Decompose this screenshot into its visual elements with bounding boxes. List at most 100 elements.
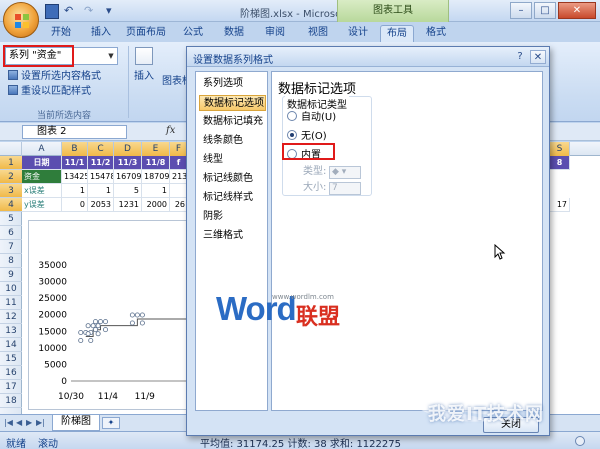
tab-layout[interactable]: 布局 (380, 25, 414, 42)
select-all-corner[interactable] (0, 142, 22, 156)
series-point-handle[interactable] (134, 312, 140, 318)
row-header-2[interactable]: 2 (0, 170, 22, 184)
tab-home[interactable]: 开始 (45, 25, 77, 42)
insert-sheet-icon[interactable]: ✦ (102, 417, 120, 429)
series-point-handle[interactable] (129, 320, 135, 326)
cell-row1-1[interactable]: 11/1 (62, 156, 88, 170)
undo-icon[interactable]: ↶ (64, 4, 80, 19)
cell-row3-3[interactable]: 5 (114, 184, 142, 198)
series-point-handle[interactable] (85, 323, 91, 329)
cell-row1-3[interactable]: 11/3 (114, 156, 142, 170)
series-point-handle[interactable] (139, 320, 145, 326)
row-header-18[interactable]: 18 (0, 394, 22, 408)
cell-row4-right[interactable]: 17 (550, 198, 570, 212)
cell-row2-4[interactable]: 18709 (142, 170, 170, 184)
column-header-b[interactable]: B (62, 142, 88, 156)
series-point-handle[interactable] (95, 331, 101, 337)
close-icon[interactable]: ✕ (558, 2, 596, 19)
radio-auto[interactable]: 自动(U) (287, 111, 336, 125)
tab-design[interactable]: 设计 (342, 25, 374, 42)
row-header-1[interactable]: 1 (0, 156, 22, 170)
cell-row4-1[interactable]: 0 (62, 198, 88, 212)
name-box[interactable]: 图表 2 (22, 125, 127, 139)
save-icon[interactable] (45, 4, 59, 19)
cell-row4-3[interactable]: 1231 (114, 198, 142, 212)
help-icon[interactable]: ? (513, 50, 527, 64)
column-header-s[interactable]: S (550, 142, 570, 156)
cell-row4-2[interactable]: 2053 (88, 198, 114, 212)
row-header-10[interactable]: 10 (0, 282, 22, 296)
row-header-4[interactable]: 4 (0, 198, 22, 212)
tab-view[interactable]: 视图 (302, 25, 334, 42)
sheet-tab-active[interactable]: 阶梯图 (52, 415, 100, 431)
customize-qat-icon[interactable]: ▾ (106, 4, 116, 19)
cell-row1-2[interactable]: 11/2 (88, 156, 114, 170)
series-point-handle[interactable] (103, 327, 109, 333)
row-header-16[interactable]: 16 (0, 366, 22, 380)
cell-row4-4[interactable]: 2000 (142, 198, 170, 212)
tab-insert[interactable]: 插入 (86, 25, 116, 42)
prev-sheet-icon[interactable]: ◀ (16, 418, 22, 427)
series-point-handle[interactable] (88, 338, 94, 344)
series-point-handle[interactable] (90, 323, 96, 329)
column-header-e[interactable]: E (142, 142, 170, 156)
tab-page-layout[interactable]: 页面布局 (123, 25, 169, 42)
column-header-a[interactable]: A (22, 142, 62, 156)
dialog-nav-item-0[interactable]: 系列选项 (199, 76, 266, 92)
row-header-14[interactable]: 14 (0, 338, 22, 352)
format-selection-button[interactable]: 设置所选内容格式 (8, 70, 101, 83)
marker-type-select[interactable]: ◆ ▾ (329, 166, 361, 179)
cell-row3-2[interactable]: 1 (88, 184, 114, 198)
tab-formulas[interactable]: 公式 (177, 25, 209, 42)
cell-row1-4[interactable]: 11/8 (142, 156, 170, 170)
tab-format[interactable]: 格式 (420, 25, 452, 42)
column-header-d[interactable]: D (114, 142, 142, 156)
series-point-handle[interactable] (103, 319, 109, 325)
series-point-handle[interactable] (78, 330, 84, 336)
row-header-7[interactable]: 7 (0, 240, 22, 254)
minimize-icon[interactable]: – (510, 2, 532, 19)
cell-row1-0[interactable]: 日期 (22, 156, 62, 170)
row-header-11[interactable]: 11 (0, 296, 22, 310)
redo-icon[interactable]: ↷ (84, 4, 100, 19)
last-sheet-icon[interactable]: ▶| (36, 418, 45, 427)
series-point-handle[interactable] (85, 331, 91, 337)
row-header-12[interactable]: 12 (0, 310, 22, 324)
cell-row2-2[interactable]: 15478 (88, 170, 114, 184)
insert-button[interactable]: 插入 (130, 47, 158, 82)
row-header-8[interactable]: 8 (0, 254, 22, 268)
dialog-nav-item-6[interactable]: 标记线样式 (199, 190, 266, 206)
cell-row4-0[interactable]: y误差 (22, 198, 62, 212)
series-point-handle[interactable] (95, 323, 101, 329)
series-point-handle[interactable] (93, 319, 99, 325)
row-header-13[interactable]: 13 (0, 324, 22, 338)
dialog-nav-item-4[interactable]: 线型 (199, 152, 266, 168)
dialog-nav-item-2[interactable]: 数据标记填充 (199, 114, 266, 130)
tab-review[interactable]: 审阅 (259, 25, 291, 42)
cell-row2-1[interactable]: 13425 (62, 170, 88, 184)
maximize-icon[interactable]: □ (534, 2, 556, 19)
cell-row3-1[interactable]: 1 (62, 184, 88, 198)
dialog-nav-item-5[interactable]: 标记线颜色 (199, 171, 266, 187)
cell-row3-0[interactable]: x误差 (22, 184, 62, 198)
reset-style-button[interactable]: 重设以匹配样式 (8, 85, 91, 98)
dialog-nav-item-8[interactable]: 三维格式 (199, 228, 266, 244)
next-sheet-icon[interactable]: ▶ (26, 418, 32, 427)
cell-row3-4[interactable]: 1 (142, 184, 170, 198)
row-header-15[interactable]: 15 (0, 352, 22, 366)
column-header-c[interactable]: C (88, 142, 114, 156)
series-point-handle[interactable] (98, 319, 104, 325)
radio-none[interactable]: 无(O) (287, 130, 327, 144)
office-button[interactable] (3, 2, 39, 38)
dialog-nav-item-3[interactable]: 线条颜色 (199, 133, 266, 149)
dialog-nav-item-7[interactable]: 阴影 (199, 209, 266, 225)
series-point-handle[interactable] (129, 312, 135, 318)
series-point-handle[interactable] (139, 312, 145, 318)
series-point-handle[interactable] (78, 338, 84, 344)
row-header-6[interactable]: 6 (0, 226, 22, 240)
dialog-nav-item-1[interactable]: 数据标记选项 (199, 95, 266, 111)
step-chart[interactable]: 35000 30000 25000 20000 15000 10000 5000 0 10/30… (28, 220, 198, 410)
cell-row2-3[interactable]: 16709 (114, 170, 142, 184)
row-header-5[interactable]: 5 (0, 212, 22, 226)
row-header-3[interactable]: 3 (0, 184, 22, 198)
